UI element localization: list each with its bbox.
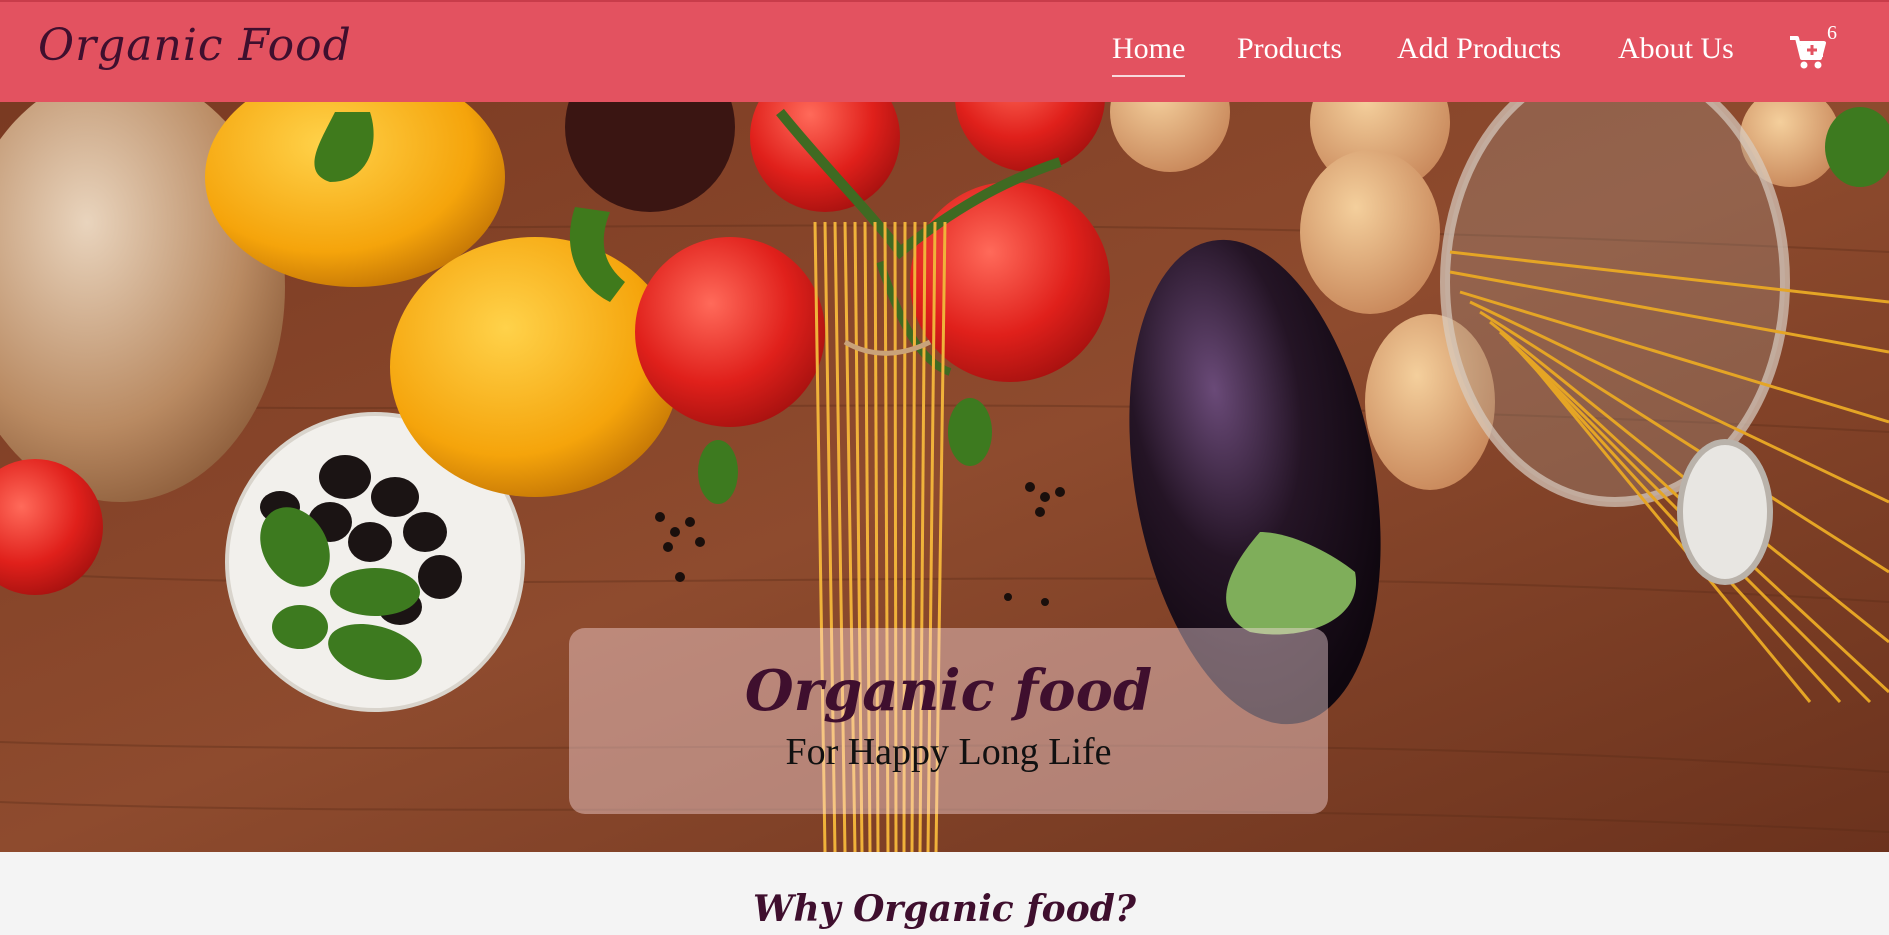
nav-about-us[interactable]: About Us bbox=[1618, 32, 1734, 66]
cart-icon[interactable] bbox=[1788, 32, 1828, 72]
nav-products[interactable]: Products bbox=[1237, 32, 1342, 66]
hero-caption: Organic food For Happy Long Life bbox=[569, 628, 1328, 814]
hero-banner: Organic food For Happy Long Life bbox=[0, 102, 1889, 852]
brand-logo[interactable]: Organic Food bbox=[38, 20, 352, 71]
nav-home[interactable]: Home bbox=[1112, 32, 1186, 77]
navbar: Organic Food Home Products Add Products … bbox=[0, 0, 1889, 102]
nav-add-products[interactable]: Add Products bbox=[1397, 32, 1561, 66]
hero-title: Organic food bbox=[744, 658, 1153, 724]
section-heading-why-organic: Why Organic food? bbox=[753, 888, 1136, 930]
cart-count-badge: 6 bbox=[1827, 22, 1837, 44]
hero-subtitle: For Happy Long Life bbox=[785, 731, 1112, 773]
